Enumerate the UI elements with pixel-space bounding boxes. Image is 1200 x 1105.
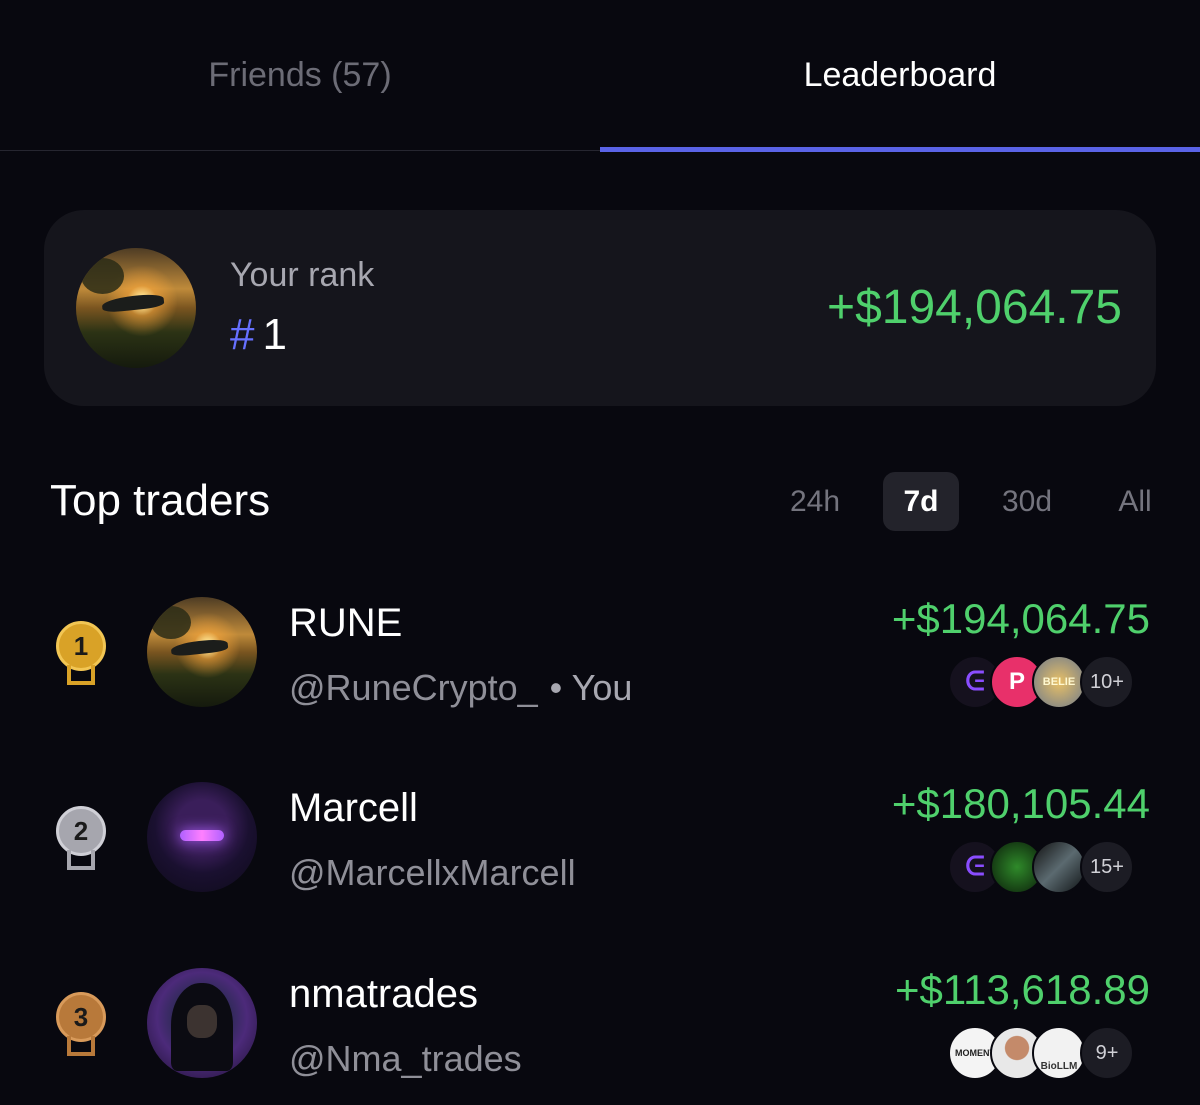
trader-row[interactable]: 1 RUNE @RuneCrypto_ • You +$194,064.75 ᕮ … — [0, 595, 1200, 727]
token-shard-icon — [1032, 840, 1086, 894]
your-rank-card[interactable]: Your rank #1 +$194,064.75 — [44, 210, 1156, 406]
range-all[interactable]: All — [1100, 472, 1170, 531]
trader-name[interactable]: nmatrades — [289, 972, 478, 1017]
your-pnl: +$194,064.75 — [827, 281, 1122, 334]
your-avatar — [76, 248, 196, 368]
more-tokens-badge[interactable]: 10+ — [1080, 655, 1134, 709]
medal-rank: 1 — [56, 621, 106, 671]
tab-bar: Friends (57) Leaderboard — [0, 0, 1200, 152]
tab-friends[interactable]: Friends (57) — [0, 0, 600, 150]
trader-name[interactable]: RUNE — [289, 601, 402, 646]
top-traders-title: Top traders — [50, 476, 271, 525]
trader-handle: @MarcellxMarcell — [289, 852, 576, 893]
token-chips[interactable]: ᕮ P BELIE 10+ — [948, 655, 1148, 711]
bronze-medal-icon: 3 — [56, 992, 108, 1058]
trader-pnl: +$180,105.44 — [891, 780, 1150, 827]
trader-row[interactable]: 2 Marcell @MarcellxMarcell +$180,105.44 … — [0, 780, 1200, 912]
token-chips[interactable]: MOMENT BioLLM 9+ — [948, 1026, 1148, 1082]
rank-hash: # — [230, 310, 255, 359]
tab-leaderboard[interactable]: Leaderboard — [600, 0, 1200, 150]
token-belief-icon: BELIE — [1032, 655, 1086, 709]
trader-pnl: +$194,064.75 — [891, 595, 1150, 642]
your-rank-label: Your rank — [230, 256, 375, 294]
tab-divider — [0, 150, 600, 151]
medal-rank: 2 — [56, 806, 106, 856]
range-30d[interactable]: 30d — [988, 472, 1066, 531]
more-tokens-badge[interactable]: 9+ — [1080, 1026, 1134, 1080]
rank-number: 1 — [262, 310, 287, 359]
medal-rank: 3 — [56, 992, 106, 1042]
you-label: • You — [549, 667, 633, 708]
trader-row[interactable]: 3 nmatrades @Nma_trades +$113,618.89 MOM… — [0, 966, 1200, 1098]
trader-handle: @Nma_trades — [289, 1038, 522, 1079]
avatar[interactable] — [147, 782, 257, 892]
token-chips[interactable]: ᕮ 15+ — [948, 840, 1148, 896]
token-biollm-icon: BioLLM — [1032, 1026, 1086, 1080]
trader-pnl: +$113,618.89 — [895, 966, 1150, 1013]
range-7d[interactable]: 7d — [883, 472, 959, 531]
range-24h[interactable]: 24h — [778, 472, 852, 531]
gold-medal-icon: 1 — [56, 621, 108, 687]
silver-medal-icon: 2 — [56, 806, 108, 872]
your-rank-value: #1 — [230, 310, 287, 360]
more-tokens-badge[interactable]: 15+ — [1080, 840, 1134, 894]
trader-name[interactable]: Marcell — [289, 786, 418, 831]
avatar[interactable] — [147, 968, 257, 1078]
active-tab-indicator — [600, 147, 1200, 152]
trader-handle: @RuneCrypto_ • You — [289, 667, 633, 708]
avatar[interactable] — [147, 597, 257, 707]
